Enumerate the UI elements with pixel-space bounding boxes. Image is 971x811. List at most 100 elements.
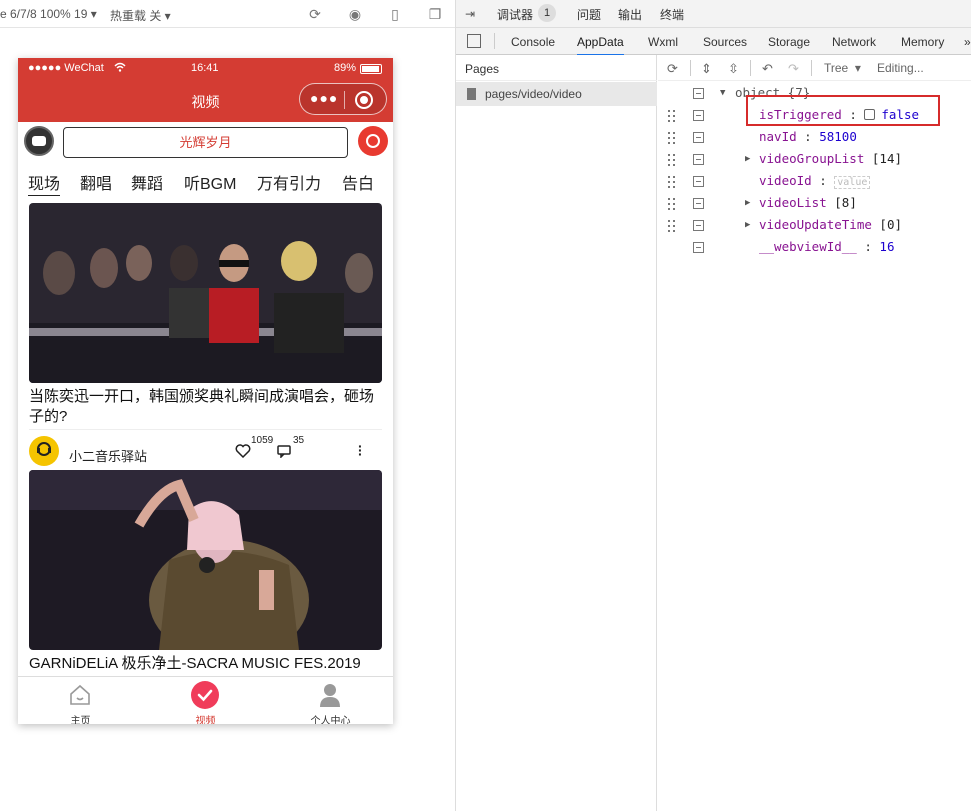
tab-appdata[interactable]: AppData bbox=[577, 35, 624, 56]
tab-network[interactable]: Network bbox=[832, 35, 876, 49]
search-input[interactable]: 光辉岁月 bbox=[63, 127, 348, 158]
tab-category-3[interactable]: 听BGM bbox=[184, 170, 236, 194]
node-menu-icon[interactable] bbox=[693, 242, 704, 253]
more-vertical-icon[interactable]: · · · bbox=[358, 439, 363, 461]
undo-icon[interactable]: ↶ bbox=[762, 61, 773, 77]
tree-row[interactable]: ▶ videoList [8] bbox=[658, 193, 971, 215]
expand-all-icon[interactable]: ⇳ bbox=[728, 61, 739, 77]
data-value[interactable]: 58100 bbox=[819, 129, 857, 144]
key-separator: : bbox=[796, 129, 820, 144]
data-key[interactable]: navId bbox=[759, 129, 797, 144]
node-menu-icon[interactable] bbox=[693, 220, 704, 231]
video-title: GARNiDELiA 极乐净土-SACRA MUSIC FES.2019 bbox=[29, 655, 361, 672]
view-mode-select[interactable]: Tree ▾ bbox=[824, 61, 861, 75]
device-info-select[interactable]: e 6/7/8 100% 19 ▾ bbox=[0, 7, 97, 21]
node-menu-icon[interactable] bbox=[693, 132, 704, 143]
tab-storage[interactable]: Storage bbox=[768, 35, 810, 49]
tree-row[interactable]: ▶ videoUpdateTime [0] bbox=[658, 215, 971, 237]
data-key[interactable]: videoId bbox=[759, 173, 812, 188]
node-menu-icon[interactable] bbox=[693, 154, 704, 165]
more-tabs-icon[interactable]: » bbox=[964, 35, 971, 49]
data-key[interactable]: videoList bbox=[759, 195, 827, 210]
drag-handle-icon[interactable] bbox=[668, 220, 676, 232]
video-card: GARNiDELiA 极乐净土-SACRA MUSIC FES.2019 bbox=[29, 470, 382, 680]
data-key[interactable]: videoGroupList bbox=[759, 151, 864, 166]
tabs-divider bbox=[494, 33, 495, 49]
collapse-all-icon[interactable]: ⇕ bbox=[701, 61, 712, 77]
devtools-tabs: Console AppData Wxml Sources Storage Net… bbox=[456, 28, 971, 56]
netease-music-icon[interactable] bbox=[358, 126, 388, 156]
avatar[interactable] bbox=[29, 436, 59, 466]
tab-category-4[interactable]: 万有引力 bbox=[257, 170, 321, 194]
dock-icon[interactable]: ⇥ bbox=[465, 7, 475, 21]
inspect-icon[interactable] bbox=[467, 34, 481, 48]
tab-category-2[interactable]: 舞蹈 bbox=[131, 170, 163, 194]
camera-logo-icon[interactable] bbox=[24, 126, 54, 156]
comment-icon[interactable] bbox=[277, 445, 291, 461]
tree-row[interactable]: navId : 58100 bbox=[658, 127, 971, 149]
expand-arrow-icon[interactable]: ▶ bbox=[745, 154, 750, 164]
drag-handle-icon[interactable] bbox=[668, 110, 676, 122]
file-icon bbox=[467, 88, 476, 100]
expand-arrow-icon[interactable]: ▶ bbox=[745, 198, 750, 208]
tab-debugger[interactable]: 调试器 bbox=[497, 6, 533, 23]
refresh-icon[interactable]: ⟳ bbox=[667, 61, 678, 77]
stop-icon[interactable]: ◉ bbox=[347, 6, 363, 22]
data-value[interactable]: [8] bbox=[834, 195, 857, 210]
status-bar: ●●●●● WeChat 16:41 89% bbox=[18, 58, 393, 80]
data-value[interactable]: 16 bbox=[879, 239, 894, 254]
drag-handle-icon[interactable] bbox=[668, 132, 676, 144]
video-thumbnail[interactable] bbox=[29, 470, 382, 650]
node-menu-icon[interactable] bbox=[693, 176, 704, 187]
tab-profile[interactable]: 个人中心 bbox=[268, 677, 393, 724]
tab-category-5[interactable]: 告白 bbox=[342, 170, 374, 194]
tree-row[interactable]: __webviewId__ : 16 bbox=[658, 237, 971, 259]
more-dots-icon[interactable]: ●●● bbox=[310, 90, 338, 106]
expand-arrow-icon[interactable]: ▶ bbox=[745, 220, 750, 230]
like-icon[interactable] bbox=[235, 444, 251, 461]
expand-arrow-icon[interactable]: ▼ bbox=[720, 88, 725, 98]
simulator-toolbar: e 6/7/8 100% 19 ▾ 热重载 关 ▾ ⟳ ◉ ▯ ❐ bbox=[0, 0, 455, 28]
hotreload-select[interactable]: 热重载 关 ▾ bbox=[110, 7, 171, 24]
close-target-icon[interactable] bbox=[355, 91, 373, 109]
category-tabs: 现场 翻唱 舞蹈 听BGM 万有引力 告白 bbox=[18, 166, 393, 196]
data-value[interactable]: [14] bbox=[872, 151, 902, 166]
tab-category-1[interactable]: 翻唱 bbox=[80, 170, 112, 194]
tree-row[interactable]: ▶ videoGroupList [14] bbox=[658, 149, 971, 171]
key-separator bbox=[864, 151, 872, 166]
person-icon bbox=[318, 682, 342, 711]
toolbar-divider bbox=[750, 60, 751, 76]
refresh-icon[interactable]: ⟳ bbox=[307, 6, 323, 22]
drag-handle-icon[interactable] bbox=[668, 198, 676, 210]
redo-icon[interactable]: ↷ bbox=[788, 61, 799, 77]
tab-memory[interactable]: Memory bbox=[901, 35, 944, 49]
author-name[interactable]: 小二音乐驿站 bbox=[69, 446, 147, 465]
node-menu-icon[interactable] bbox=[693, 198, 704, 209]
video-thumbnail[interactable] bbox=[29, 203, 382, 383]
tab-sources[interactable]: Sources bbox=[703, 35, 747, 49]
data-key[interactable]: videoUpdateTime bbox=[759, 217, 872, 232]
phone-icon[interactable]: ▯ bbox=[387, 6, 403, 22]
data-value[interactable]: [0] bbox=[879, 217, 902, 232]
data-key[interactable]: __webviewId__ bbox=[759, 239, 857, 254]
check-circle-icon bbox=[191, 681, 219, 709]
tab-terminal[interactable]: 终端 bbox=[660, 6, 684, 23]
tree-row[interactable]: videoId : value bbox=[658, 171, 971, 193]
search-row: 光辉岁月 bbox=[18, 122, 393, 166]
tab-output[interactable]: 输出 bbox=[618, 6, 642, 23]
tab-console[interactable]: Console bbox=[511, 35, 555, 49]
window-icon[interactable]: ❐ bbox=[427, 6, 443, 22]
tab-wxml[interactable]: Wxml bbox=[648, 35, 678, 49]
node-menu-icon[interactable] bbox=[693, 110, 704, 121]
tab-category-0[interactable]: 现场 bbox=[28, 170, 61, 196]
tab-video[interactable]: 视频 bbox=[143, 677, 268, 724]
capsule-menu[interactable]: ●●● bbox=[299, 83, 387, 115]
node-menu-icon[interactable] bbox=[693, 88, 704, 99]
like-count: 1059 bbox=[251, 435, 274, 446]
page-list-item[interactable]: pages/video/video bbox=[456, 82, 657, 106]
drag-handle-icon[interactable] bbox=[668, 176, 676, 188]
data-value[interactable]: value bbox=[834, 176, 871, 189]
tab-home[interactable]: 主页 bbox=[18, 677, 143, 724]
drag-handle-icon[interactable] bbox=[668, 154, 676, 166]
tab-issues[interactable]: 问题 bbox=[577, 6, 601, 23]
